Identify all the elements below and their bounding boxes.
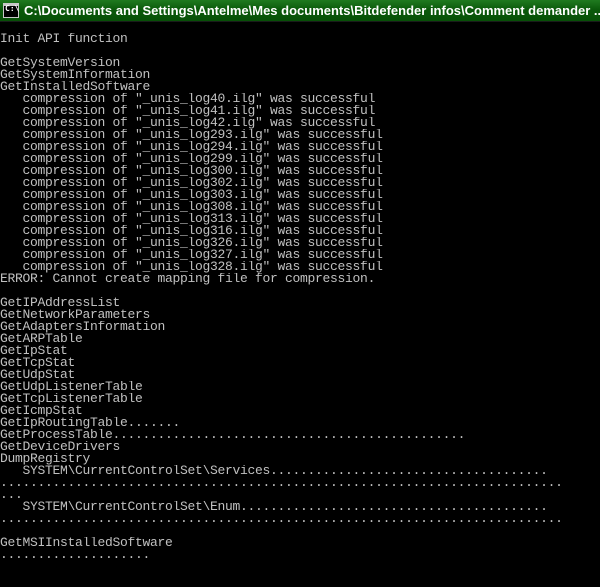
console-line: GetARPTable xyxy=(0,333,83,345)
console-line: Init API function xyxy=(0,33,128,45)
console-line: GetIcmpStat xyxy=(0,405,83,417)
console-line: SYSTEM\CurrentControlSet\Services.......… xyxy=(0,465,548,477)
console-line: DumpRegistry xyxy=(0,453,91,465)
window-title: C:\Documents and Settings\Antelme\Mes do… xyxy=(24,3,600,18)
console-line: GetDeviceDrivers xyxy=(0,441,121,453)
console-line: compression of "_unis_log299.ilg" was su… xyxy=(0,153,383,165)
console-line: compression of "_unis_log294.ilg" was su… xyxy=(0,141,383,153)
console-line: SYSTEM\CurrentControlSet\Enum...........… xyxy=(0,501,548,513)
console-line: compression of "_unis_log41.ilg" was suc… xyxy=(0,105,376,117)
console-line: GetUdpStat xyxy=(0,369,76,381)
console-line: compression of "_unis_log326.ilg" was su… xyxy=(0,237,383,249)
console-line: compression of "_unis_log308.ilg" was su… xyxy=(0,201,383,213)
console-window: C:\ C:\Documents and Settings\Antelme\Me… xyxy=(0,0,600,587)
console-line: GetSystemVersion xyxy=(0,57,121,69)
console-line: compression of "_unis_log302.ilg" was su… xyxy=(0,177,383,189)
console-line: GetTcpListenerTable xyxy=(0,393,143,405)
console-line: compression of "_unis_log42.ilg" was suc… xyxy=(0,117,376,129)
console-line: GetSystemInformation xyxy=(0,69,151,81)
console-line: GetProcessTable.........................… xyxy=(0,429,466,441)
console-line: compression of "_unis_log300.ilg" was su… xyxy=(0,165,383,177)
console-line: compression of "_unis_log328.ilg" was su… xyxy=(0,261,383,273)
console-line: GetUdpListenerTable xyxy=(0,381,143,393)
console-line: ........................................… xyxy=(0,513,563,525)
console-output[interactable]: Init API function GetSystemVersion GetSyst… xyxy=(0,33,600,561)
console-line: ........................................… xyxy=(0,477,563,489)
title-bar[interactable]: C:\ C:\Documents and Settings\Antelme\Me… xyxy=(0,0,600,22)
console-line: GetIpRoutingTable....... xyxy=(0,417,181,429)
console-line: GetIPAddressList xyxy=(0,297,121,309)
command-prompt-icon[interactable]: C:\ xyxy=(3,3,19,18)
console-line: GetTcpStat xyxy=(0,357,76,369)
console-line: .................... xyxy=(0,549,151,561)
console-line: compression of "_unis_log303.ilg" was su… xyxy=(0,189,383,201)
console-line: compression of "_unis_log316.ilg" was su… xyxy=(0,225,383,237)
console-line: ERROR: Cannot create mapping file for co… xyxy=(0,273,376,285)
console-line: compression of "_unis_log40.ilg" was suc… xyxy=(0,93,376,105)
console-line: GetIpStat xyxy=(0,345,68,357)
console-line: compression of "_unis_log313.ilg" was su… xyxy=(0,213,383,225)
console-line: compression of "_unis_log293.ilg" was su… xyxy=(0,129,383,141)
console-line: GetNetworkParameters xyxy=(0,309,151,321)
console-line: GetMSIInstalledSoftware xyxy=(0,537,173,549)
console-line: GetAdaptersInformation xyxy=(0,321,166,333)
console-line: ... xyxy=(0,489,23,501)
console-line: compression of "_unis_log327.ilg" was su… xyxy=(0,249,383,261)
console-line: GetInstalledSoftware xyxy=(0,81,151,93)
